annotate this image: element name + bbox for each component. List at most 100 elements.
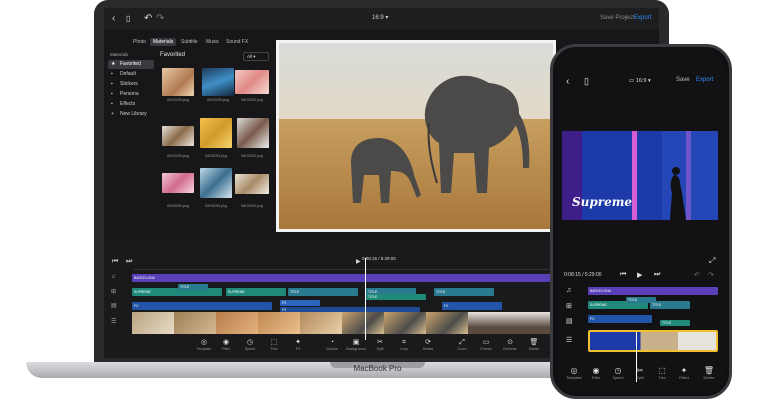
tool-filter[interactable]: ◉ Filter xyxy=(216,338,236,351)
back-icon[interactable]: ‹ xyxy=(566,76,569,87)
scissors-icon: ✂ xyxy=(636,366,644,375)
skip-forward-icon[interactable]: ⏭ xyxy=(654,271,660,279)
sidebar-title: Materials xyxy=(110,52,129,57)
material-thumbnail[interactable] xyxy=(237,118,269,148)
template-icon: ◎ xyxy=(570,366,578,375)
tool-volume[interactable]: ◔ Volume xyxy=(322,338,342,351)
redo-icon[interactable]: ↷ xyxy=(708,271,714,279)
material-thumbnail[interactable] xyxy=(162,126,194,146)
tab-music[interactable]: Music xyxy=(203,38,222,46)
tab-materials[interactable]: Materials xyxy=(150,38,177,46)
material-thumbnail[interactable] xyxy=(162,68,194,96)
video-frame[interactable] xyxy=(216,312,258,334)
title-clip[interactable]: SUPREME xyxy=(132,288,222,296)
tab-subtitle[interactable]: Subtitle xyxy=(178,38,201,46)
sidebar-item-stickers[interactable]: ▪ Stickers xyxy=(108,80,154,89)
back-icon[interactable]: ‹ xyxy=(112,13,115,25)
music-track-icon: ♫ xyxy=(111,274,116,280)
title-clip[interactable]: TITLE xyxy=(434,288,494,296)
selected-video-clip[interactable] xyxy=(588,330,718,352)
tool-zoom[interactable]: ⤢ Zoom xyxy=(452,338,472,351)
tool-reverse[interactable]: ⊙ Reverse xyxy=(500,338,520,351)
tool-trim[interactable]: ⬚ Trim xyxy=(652,366,672,380)
title-clip[interactable]: TITLE xyxy=(288,288,358,296)
video-frame[interactable] xyxy=(300,312,342,334)
filter-select[interactable]: All ▾ xyxy=(243,52,269,61)
speed-icon: ◷ xyxy=(246,339,254,346)
title-clip[interactable]: TITLE xyxy=(650,301,690,309)
tool-trim[interactable]: ⬚ Trim xyxy=(264,338,284,351)
tool-speed[interactable]: ◷ Speed xyxy=(608,366,628,380)
skip-forward-icon[interactable]: ⏭ xyxy=(126,256,132,268)
plus-icon: + xyxy=(111,111,114,117)
video-frame[interactable] xyxy=(174,312,216,334)
tool-speed[interactable]: ◷ Speed xyxy=(240,338,260,351)
video-frame[interactable] xyxy=(426,312,468,334)
video-frame[interactable] xyxy=(468,312,510,334)
sidebar-item-effects[interactable]: ▪ Effects xyxy=(108,100,154,109)
tool-background[interactable]: ▣ Background xyxy=(346,338,366,351)
material-thumbnail[interactable] xyxy=(202,68,234,96)
sidebar-item-default[interactable]: ▪ Default xyxy=(108,70,154,79)
fx-clip[interactable]: FX xyxy=(442,302,502,310)
redo-icon[interactable]: ↷ xyxy=(156,13,164,25)
title-clip[interactable]: TITLE xyxy=(660,320,690,326)
material-thumbnail[interactable] xyxy=(235,70,269,94)
save-project-button[interactable]: Save Project xyxy=(600,15,634,21)
export-button[interactable]: Export xyxy=(634,15,651,21)
tool-template[interactable]: ◎ Template xyxy=(194,338,214,351)
fx-clip[interactable]: FX xyxy=(280,300,320,306)
material-thumbnail[interactable] xyxy=(162,173,194,193)
video-preview[interactable] xyxy=(279,43,553,229)
tool-fx[interactable]: ✦ FX xyxy=(288,338,308,351)
tool-split[interactable]: ✂ Split xyxy=(370,338,390,351)
video-frame[interactable] xyxy=(132,312,174,334)
tool-delete[interactable]: 🗑 Delete xyxy=(699,366,719,380)
video-frame[interactable] xyxy=(384,312,426,334)
aspect-ratio-selector[interactable]: ▭ 16:9 ▾ xyxy=(629,78,651,84)
thumbnail-label: IMG0293.png xyxy=(241,154,263,158)
tab-photo[interactable]: Photo xyxy=(130,38,149,46)
fx-clip[interactable]: FX xyxy=(132,302,272,310)
tool-filter[interactable]: ◉ Filter xyxy=(586,366,606,380)
music-clip[interactable]: BARCELONA xyxy=(588,287,718,295)
sidebar-item-persona[interactable]: ▪ Persona xyxy=(108,90,154,99)
title-clip[interactable]: SUPREME xyxy=(226,288,286,296)
file-icon[interactable]: ▯ xyxy=(584,76,589,87)
playhead[interactable] xyxy=(365,258,366,340)
tool-template[interactable]: ◎ Template xyxy=(564,366,584,380)
tool-split[interactable]: ✂ Split xyxy=(630,366,650,380)
export-button[interactable]: Export xyxy=(696,77,713,83)
video-frame[interactable] xyxy=(258,312,300,334)
tool-crop[interactable]: ⌗ Crop xyxy=(394,338,414,351)
reverse-icon: ⊙ xyxy=(507,339,513,346)
fullscreen-icon[interactable]: ⤢ xyxy=(709,256,715,266)
undo-icon[interactable]: ↶ xyxy=(144,13,152,25)
title-clip[interactable]: TITLE xyxy=(366,294,426,300)
title-clip[interactable]: TITLE xyxy=(178,284,208,290)
material-thumbnail[interactable] xyxy=(200,168,232,198)
play-icon[interactable]: ▶ xyxy=(637,271,642,279)
fx-clip[interactable]: FX xyxy=(588,315,652,323)
thumbnail-label: IMG0293.png xyxy=(205,204,227,208)
sidebar-item-favorited[interactable]: ★ Favorited xyxy=(108,60,154,69)
folder-icon: ▪ xyxy=(111,101,113,107)
video-frame[interactable] xyxy=(510,312,552,334)
aspect-ratio-selector[interactable]: 16:9 ▾ xyxy=(372,14,388,21)
tool-delete[interactable]: 🗑 Delete xyxy=(524,338,544,351)
video-track-icon: ☰ xyxy=(566,337,573,344)
material-thumbnail[interactable] xyxy=(235,174,269,194)
video-frame[interactable] xyxy=(342,312,384,334)
file-icon[interactable]: ▯ xyxy=(126,13,130,25)
save-button[interactable]: Save xyxy=(676,77,690,83)
tab-sound-fx[interactable]: Sound FX xyxy=(223,38,251,46)
filter-icon: ◉ xyxy=(222,339,230,346)
skip-back-icon[interactable]: ⏮ xyxy=(620,271,626,279)
material-thumbnail[interactable] xyxy=(200,118,232,148)
tool-effect[interactable]: ✦ Effect xyxy=(674,366,694,380)
skip-back-icon[interactable]: ⏮ xyxy=(112,256,118,268)
sidebar-item-new-library[interactable]: + New Library xyxy=(108,110,154,119)
undo-icon[interactable]: ↶ xyxy=(694,271,700,279)
tool-freeze[interactable]: ▭ Freeze xyxy=(476,338,496,351)
tool-rotate[interactable]: ⟳ Rotate xyxy=(418,338,438,351)
